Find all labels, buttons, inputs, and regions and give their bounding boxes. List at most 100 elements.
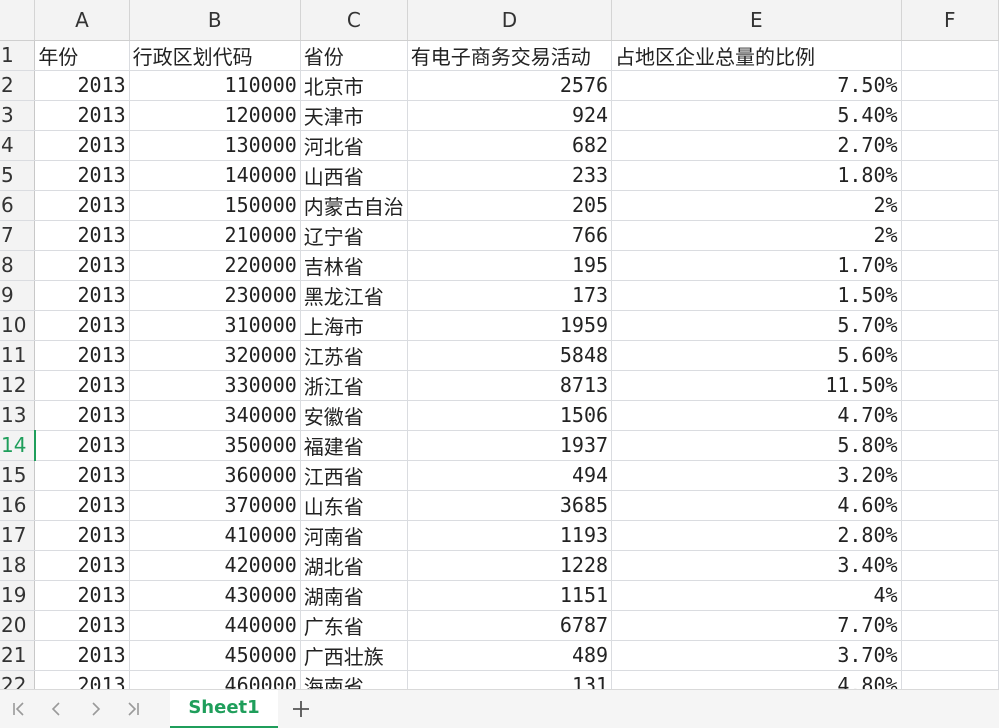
cell[interactable]: 2013 (34, 130, 130, 161)
row-header[interactable]: 10 (0, 310, 36, 341)
cell[interactable]: 山东省 (300, 490, 408, 521)
cell[interactable]: 1151 (407, 580, 613, 611)
cell[interactable]: 430000 (129, 580, 301, 611)
cell[interactable]: 3.20% (611, 460, 902, 491)
cell[interactable]: 2013 (34, 490, 130, 521)
cell[interactable]: 1193 (407, 520, 613, 551)
row-header[interactable]: 3 (0, 100, 36, 131)
row-header[interactable]: 20 (0, 610, 36, 641)
next-sheet-button[interactable] (76, 690, 114, 728)
cell[interactable]: 2013 (34, 460, 130, 491)
row-header[interactable]: 11 (0, 340, 36, 371)
cell[interactable]: 北京市 (300, 70, 408, 101)
cell[interactable] (901, 430, 999, 461)
cell[interactable]: 3685 (407, 490, 613, 521)
cell[interactable]: 2013 (34, 370, 130, 401)
row-header[interactable]: 6 (0, 190, 36, 221)
cell[interactable]: 2% (611, 220, 902, 251)
cell[interactable] (901, 490, 999, 521)
cell[interactable]: 2013 (34, 640, 130, 671)
cell[interactable] (901, 130, 999, 161)
cell[interactable]: 广东省 (300, 610, 408, 641)
cell[interactable]: 350000 (129, 430, 301, 461)
cell[interactable]: 489 (407, 640, 613, 671)
cell[interactable]: 安徽省 (300, 400, 408, 431)
cell[interactable] (901, 40, 999, 71)
cell[interactable]: 3.40% (611, 550, 902, 581)
cell[interactable]: 450000 (129, 640, 301, 671)
cell[interactable] (901, 190, 999, 221)
cell[interactable]: 2.70% (611, 130, 902, 161)
spreadsheet-grid[interactable]: A B C D E F 1 年份 行政区划代码 省份 有电子商务交易活动 占地区… (0, 0, 999, 689)
cell[interactable]: 上海市 (300, 310, 408, 341)
cell[interactable]: 2013 (34, 190, 130, 221)
cell[interactable]: 4.70% (611, 400, 902, 431)
cell[interactable]: 131 (407, 670, 613, 689)
first-sheet-button[interactable] (0, 690, 38, 728)
cell[interactable]: 河北省 (300, 130, 408, 161)
cell[interactable]: 682 (407, 130, 613, 161)
cell[interactable] (901, 100, 999, 131)
cell[interactable]: 360000 (129, 460, 301, 491)
cell[interactable] (901, 310, 999, 341)
cell[interactable]: 924 (407, 100, 613, 131)
row-header[interactable]: 5 (0, 160, 36, 191)
cell[interactable] (901, 580, 999, 611)
cell[interactable]: 4% (611, 580, 902, 611)
cell[interactable]: 省份 (300, 40, 408, 71)
cell[interactable]: 2013 (34, 220, 130, 251)
cell[interactable]: 2% (611, 190, 902, 221)
row-header[interactable]: 22 (0, 670, 36, 689)
cell[interactable]: 4.60% (611, 490, 902, 521)
column-header-a[interactable]: A (34, 0, 130, 41)
row-header[interactable]: 17 (0, 520, 36, 551)
cell[interactable]: 140000 (129, 160, 301, 191)
cell[interactable]: 233 (407, 160, 613, 191)
row-header[interactable]: 12 (0, 370, 36, 401)
cell[interactable] (901, 400, 999, 431)
cell[interactable]: 494 (407, 460, 613, 491)
cell[interactable]: 1.80% (611, 160, 902, 191)
cell[interactable]: 1937 (407, 430, 613, 461)
cell[interactable] (901, 370, 999, 401)
row-header[interactable]: 1 (0, 40, 36, 71)
cell[interactable]: 5.60% (611, 340, 902, 371)
cell[interactable]: 河南省 (300, 520, 408, 551)
select-all-corner[interactable] (0, 0, 36, 41)
cell[interactable]: 310000 (129, 310, 301, 341)
row-header[interactable]: 7 (0, 220, 36, 251)
cell[interactable]: 120000 (129, 100, 301, 131)
cell[interactable] (901, 70, 999, 101)
cell[interactable]: 205 (407, 190, 613, 221)
cell[interactable]: 5848 (407, 340, 613, 371)
cell[interactable] (901, 280, 999, 311)
cell[interactable] (901, 460, 999, 491)
cell[interactable] (901, 610, 999, 641)
cell[interactable]: 2013 (34, 550, 130, 581)
cell[interactable]: 7.70% (611, 610, 902, 641)
cell[interactable]: 150000 (129, 190, 301, 221)
cell[interactable]: 行政区划代码 (129, 40, 301, 71)
cell[interactable]: 2013 (34, 250, 130, 281)
column-header-d[interactable]: D (407, 0, 613, 41)
cell[interactable]: 2013 (34, 100, 130, 131)
cell[interactable]: 2013 (34, 610, 130, 641)
row-header[interactable]: 16 (0, 490, 36, 521)
cell[interactable]: 320000 (129, 340, 301, 371)
cell[interactable]: 辽宁省 (300, 220, 408, 251)
cell[interactable] (901, 550, 999, 581)
last-sheet-button[interactable] (114, 690, 152, 728)
cell[interactable]: 湖南省 (300, 580, 408, 611)
cell[interactable]: 1228 (407, 550, 613, 581)
column-header-c[interactable]: C (300, 0, 408, 41)
cell[interactable]: 340000 (129, 400, 301, 431)
sheet-tab-sheet1[interactable]: Sheet1 (170, 689, 278, 728)
cell[interactable] (901, 160, 999, 191)
cell[interactable]: 2013 (34, 340, 130, 371)
cell[interactable]: 330000 (129, 370, 301, 401)
add-sheet-button[interactable] (286, 694, 316, 724)
cell[interactable]: 2576 (407, 70, 613, 101)
column-header-e[interactable]: E (611, 0, 902, 41)
cell[interactable]: 1959 (407, 310, 613, 341)
cell[interactable]: 460000 (129, 670, 301, 689)
